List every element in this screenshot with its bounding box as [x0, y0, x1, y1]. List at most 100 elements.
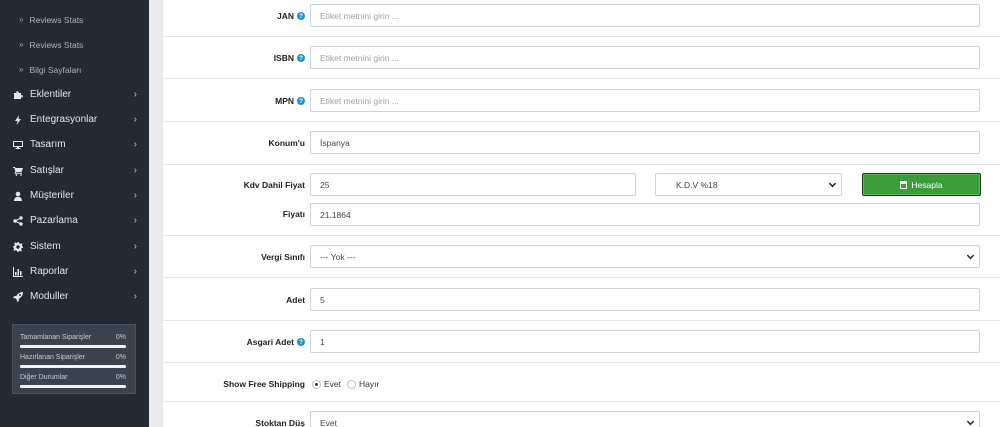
progress-bar	[20, 345, 126, 348]
sidebar-item-customers[interactable]: Müşteriler ›	[0, 183, 149, 208]
sidebar-item-label: Tasarım	[30, 139, 66, 150]
gear-icon	[12, 241, 24, 253]
main-content: JAN? Etiket metnini girin ... ISBN? Etik…	[149, 0, 1000, 427]
share-icon	[12, 215, 24, 227]
form-row-minimum: Asgari Adet? 1	[163, 321, 1000, 363]
jan-input[interactable]: Etiket metnini girin ...	[310, 4, 980, 27]
minimum-input[interactable]: 1	[310, 330, 980, 353]
vat-rate-value: K.D.V %18	[676, 179, 718, 190]
sidebar-subitem-info-pages[interactable]: » Bilgi Sayfaları	[0, 57, 149, 82]
help-icon[interactable]: ?	[297, 12, 305, 20]
quantity-input[interactable]: 5	[310, 288, 980, 311]
sidebar-item-label: Eklentiler	[30, 89, 72, 100]
isbn-input[interactable]: Etiket metnini girin ...	[310, 46, 980, 69]
stat-percent: 0%	[115, 374, 126, 381]
calculator-icon	[900, 180, 908, 189]
sidebar-item-label: Entegrasyonlar	[30, 114, 98, 125]
form-row-subtract-stock: Stoktan Düş Evet	[163, 402, 1000, 427]
chevron-right-icon: ›	[133, 165, 137, 176]
order-stats-box: Tamamlanan Siparişler 0% Hazırlanan Sipa…	[12, 324, 136, 394]
chevron-right-icon: ›	[133, 215, 137, 226]
sidebar-subitem-label: Bilgi Sayfaları	[29, 64, 82, 75]
chevron-right-icon: ›	[133, 241, 137, 252]
user-icon	[12, 190, 24, 202]
sidebar-subitem-label: Reviews Stats	[29, 39, 84, 50]
mpn-label: MPN?	[275, 96, 305, 106]
form-row-location: Konum'u İspanya	[163, 122, 1000, 165]
tax-class-select[interactable]: --- Yok ---	[310, 245, 980, 268]
form-row-tax-class: Vergi Sınıfı --- Yok ---	[163, 236, 1000, 278]
free-shipping-label: Show Free Shipping	[223, 379, 305, 389]
sidebar-item-label: Raporlar	[30, 266, 69, 277]
radio-unchecked[interactable]	[347, 379, 356, 389]
rocket-icon	[12, 291, 24, 303]
stat-other-statuses: Diğer Durumlar 0%	[19, 371, 129, 391]
free-shipping-yes-radio[interactable]: Evet	[312, 379, 341, 389]
stat-percent: 0%	[115, 334, 126, 341]
price-incl-vat-input[interactable]: 25	[310, 173, 636, 196]
progress-bar	[20, 385, 126, 388]
chevron-right-icon: ›	[133, 190, 137, 201]
radio-label: Hayır	[359, 379, 380, 389]
chevron-right-icon: ›	[133, 89, 137, 100]
double-chevron-right-icon: »	[19, 65, 24, 74]
help-icon[interactable]: ?	[297, 338, 305, 346]
sidebar-subitem-label: Reviews Stats	[29, 14, 84, 25]
location-input[interactable]: İspanya	[310, 131, 980, 154]
form-row-quantity: Adet 5	[163, 278, 1000, 321]
radio-checked[interactable]	[312, 379, 321, 389]
stat-label: Hazırlanan Siparişler	[20, 354, 85, 361]
calculate-button[interactable]: Hesapla	[862, 173, 981, 196]
sidebar-subitem-reviews-stats-2[interactable]: » Reviews Stats	[0, 32, 149, 57]
bolt-icon	[12, 114, 24, 126]
subtract-stock-label: Stoktan Düş	[255, 418, 305, 427]
product-form-panel: JAN? Etiket metnini girin ... ISBN? Etik…	[163, 0, 1000, 427]
calculate-button-label: Hesapla	[911, 179, 943, 190]
stat-preparing-orders: Hazırlanan Siparişler 0%	[19, 351, 129, 371]
stat-percent: 0%	[115, 354, 126, 361]
price-incl-vat-label: Kdv Dahil Fiyat	[243, 180, 305, 190]
form-row-free-shipping: Show Free Shipping Evet Hayır	[163, 363, 1000, 402]
sidebar-item-marketing[interactable]: Pazarlama ›	[0, 208, 149, 233]
chevron-right-icon: ›	[133, 139, 137, 150]
help-icon[interactable]: ?	[297, 54, 305, 62]
sidebar-item-extensions[interactable]: Eklentiler ›	[0, 82, 149, 107]
sidebar-item-label: Moduller	[30, 291, 69, 302]
form-row-price: Kdv Dahil Fiyat 25 K.D.V %18 Hesapla Fiy…	[163, 165, 1000, 236]
location-label: Konum'u	[268, 138, 306, 148]
chart-icon	[12, 266, 24, 278]
chevron-right-icon: ›	[133, 266, 137, 277]
subtract-stock-value: Evet	[320, 417, 338, 427]
chevron-right-icon: ›	[133, 114, 137, 125]
sidebar-item-system[interactable]: Sistem ›	[0, 234, 149, 259]
double-chevron-right-icon: »	[19, 40, 24, 49]
chevron-down-icon	[966, 420, 975, 426]
sidebar-item-sales[interactable]: Satışlar ›	[0, 158, 149, 183]
sidebar-item-reports[interactable]: Raporlar ›	[0, 259, 149, 284]
sidebar-item-label: Satışlar	[30, 165, 64, 176]
help-icon[interactable]: ?	[297, 97, 305, 105]
puzzle-icon	[12, 89, 24, 101]
mpn-input[interactable]: Etiket metnini girin ...	[310, 89, 980, 112]
sidebar-item-integrations[interactable]: Entegrasyonlar ›	[0, 107, 149, 132]
stat-label: Diğer Durumlar	[20, 374, 68, 381]
minimum-label: Asgari Adet?	[247, 337, 305, 347]
price-input[interactable]: 21.1864	[310, 203, 980, 226]
sidebar-item-design[interactable]: Tasarım ›	[0, 132, 149, 157]
isbn-label: ISBN?	[274, 53, 305, 63]
sidebar: » Reviews Stats » Reviews Stats » Bilgi …	[0, 0, 149, 427]
sidebar-item-label: Müşteriler	[30, 190, 74, 201]
progress-bar	[20, 365, 126, 368]
cart-icon	[12, 165, 24, 177]
stat-label: Tamamlanan Siparişler	[20, 334, 92, 341]
chevron-down-icon	[828, 182, 837, 188]
sidebar-item-modules[interactable]: Moduller ›	[0, 284, 149, 309]
form-row-jan: JAN? Etiket metnini girin ...	[163, 0, 1000, 37]
vat-rate-select[interactable]: K.D.V %18	[655, 173, 842, 196]
free-shipping-no-radio[interactable]: Hayır	[347, 379, 379, 389]
tax-class-value: --- Yok ---	[320, 251, 356, 262]
jan-label: JAN?	[277, 11, 305, 21]
sidebar-subitem-reviews-stats-1[interactable]: » Reviews Stats	[0, 7, 149, 32]
subtract-stock-select[interactable]: Evet	[310, 411, 980, 427]
quantity-label: Adet	[286, 295, 305, 305]
